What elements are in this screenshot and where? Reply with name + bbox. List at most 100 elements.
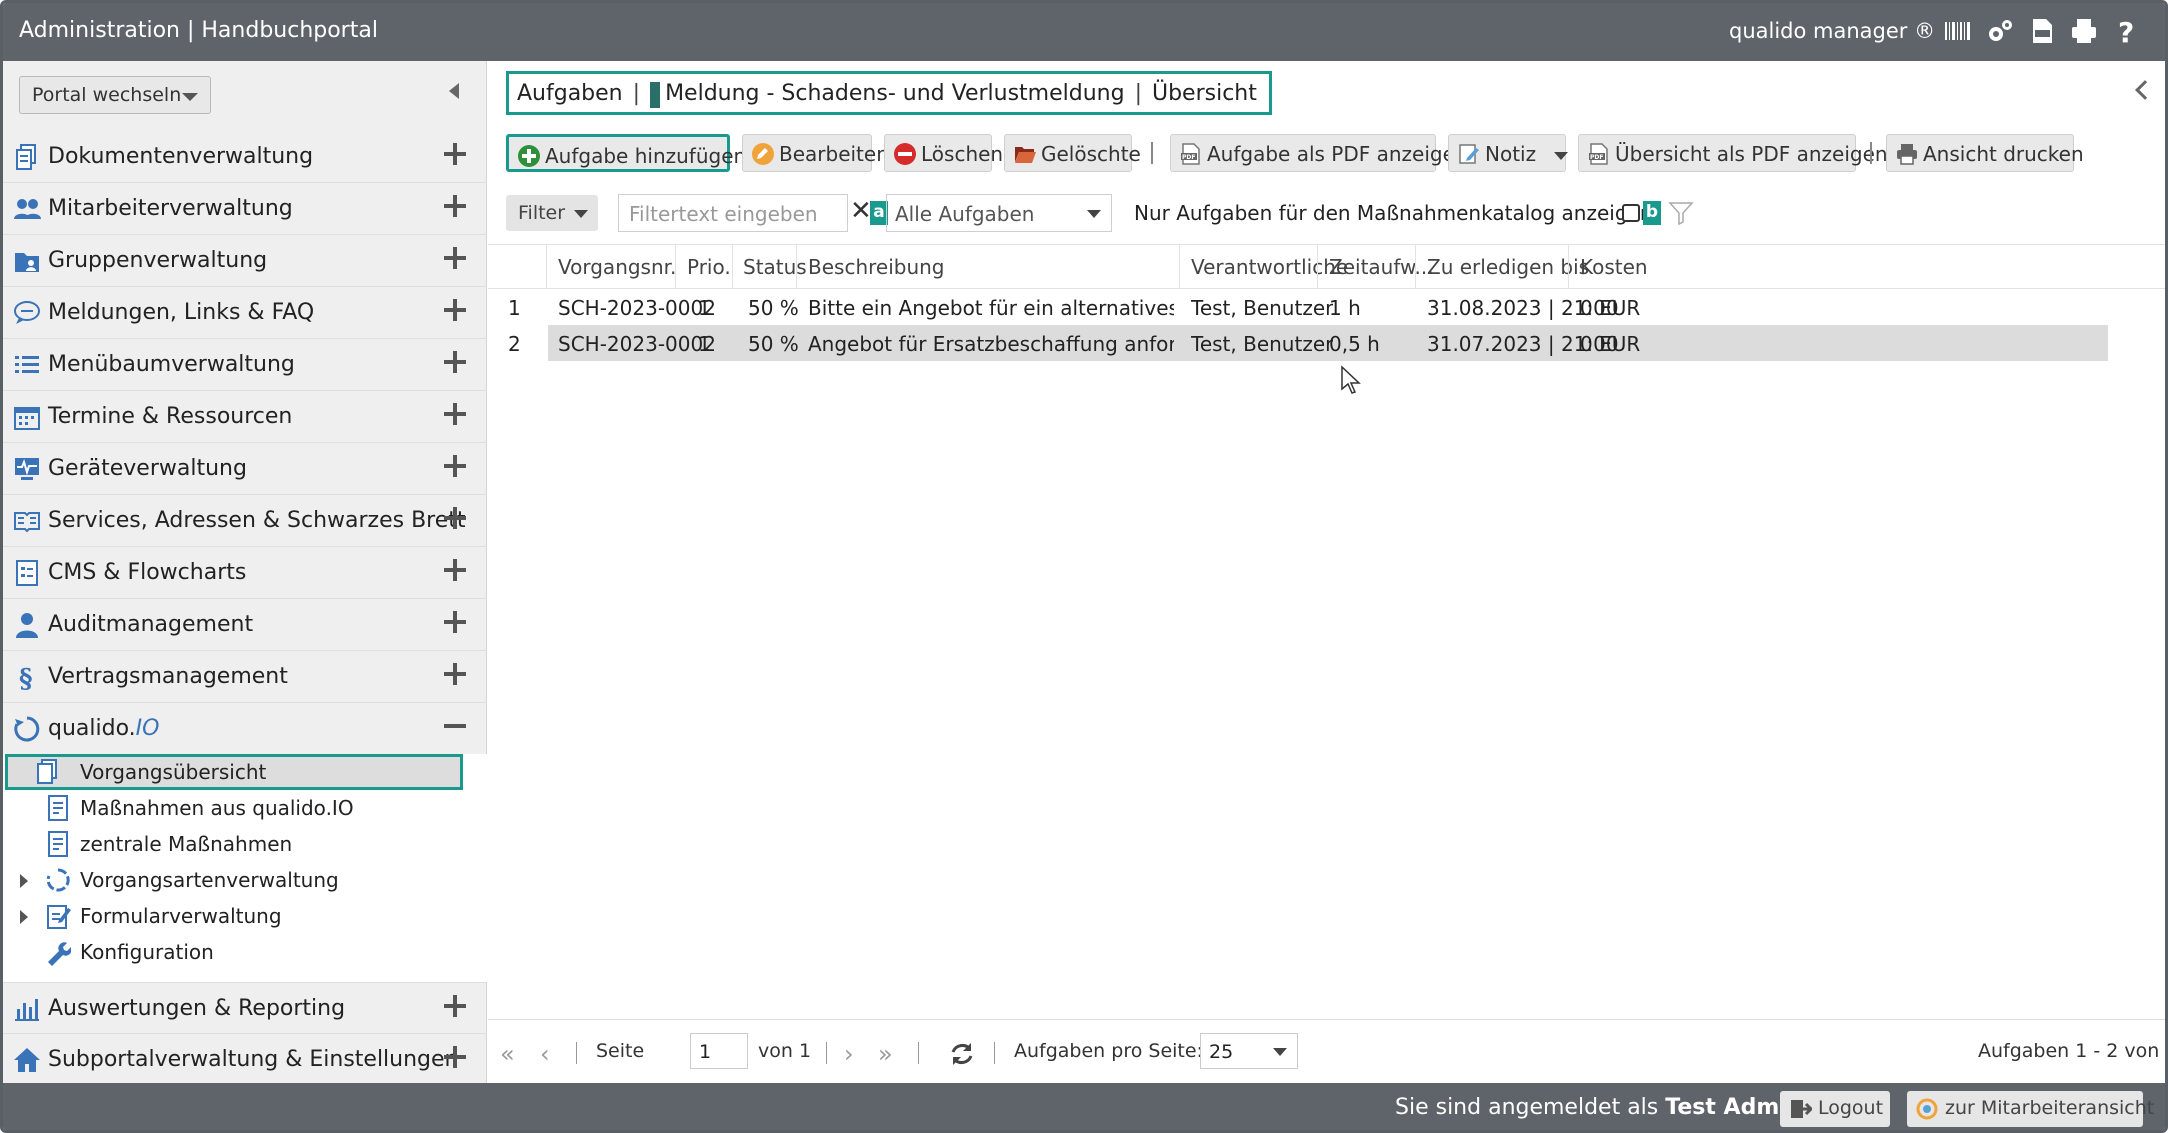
users-icon [13, 195, 43, 223]
sub-item-vorgangsartenverwaltung[interactable]: Vorgangsartenverwaltung [3, 862, 487, 898]
column-header-prio[interactable]: Prio. [687, 255, 731, 279]
column-header-faelligkeit[interactable]: Zu erledigen bis [1427, 255, 1589, 279]
refresh-icon[interactable] [948, 1040, 976, 1068]
nav-item-auditmanagement[interactable]: Auditmanagement [3, 599, 487, 651]
sub-item-konfiguration[interactable]: Konfiguration [3, 934, 487, 970]
documents-icon [13, 143, 43, 171]
logout-button[interactable]: Logout [1780, 1091, 1890, 1127]
delete-button[interactable]: Löschen [884, 134, 1003, 172]
expand-plus-icon[interactable] [443, 661, 467, 685]
nav-item-meldungen[interactable]: Meldungen, Links & FAQ [3, 287, 487, 339]
nav-item-vertragsmanagement[interactable]: § Vertragsmanagement [3, 651, 487, 703]
cell-zeitaufwand: 0,5 h [1329, 332, 1380, 356]
print-icon[interactable] [2069, 13, 2099, 49]
expand-arrow-icon[interactable] [20, 874, 28, 888]
expand-plus-icon[interactable] [443, 609, 467, 633]
chevron-left-icon[interactable] [2135, 80, 2155, 100]
catalog-only-checkbox[interactable] [1622, 204, 1640, 222]
breadcrumb-aufgaben[interactable]: Aufgaben [517, 81, 623, 106]
clear-filter-icon[interactable]: ✕ [850, 196, 872, 226]
overview-pdf-button[interactable]: PDF Übersicht als PDF anzeigen [1578, 134, 1888, 172]
nav-item-auswertungen[interactable]: Auswertungen & Reporting [3, 982, 487, 1034]
sub-item-formularverwaltung[interactable]: Formularverwaltung [3, 898, 487, 934]
expand-plus-icon[interactable] [443, 453, 467, 477]
cell-beschreibung: Angebot für Ersatzbeschaffung anfordern [808, 332, 1174, 356]
last-page-icon[interactable]: » [878, 1040, 893, 1068]
expand-plus-icon[interactable] [443, 993, 467, 1017]
nav-item-menuebaumverwaltung[interactable]: Menübaumverwaltung [3, 339, 487, 391]
expand-plus-icon[interactable] [443, 245, 467, 269]
per-page-select[interactable]: 25 [1200, 1033, 1298, 1069]
minus-circle-icon [893, 142, 917, 166]
nav-item-label: Auswertungen & Reporting [48, 996, 346, 1021]
add-task-button[interactable]: Aufgabe hinzufügen [506, 134, 746, 172]
gears-icon[interactable] [1985, 13, 2015, 49]
expand-plus-icon[interactable] [443, 401, 467, 425]
collapse-sidebar-icon[interactable] [449, 83, 459, 99]
column-header-verantwortliche[interactable]: Verantwortliche [1191, 255, 1348, 279]
svg-text:?: ? [2118, 16, 2134, 46]
column-header-vorgangsnr[interactable]: Vorgangsnr. [558, 255, 676, 279]
expand-arrow-icon[interactable] [20, 910, 28, 924]
sub-item-massnahmen-qualido[interactable]: Maßnahmen aus qualido.IO [3, 790, 487, 826]
edit-button[interactable]: Bearbeiten [742, 134, 889, 172]
first-page-icon[interactable]: « [500, 1040, 515, 1068]
expand-plus-icon[interactable] [443, 297, 467, 321]
collapse-minus-icon[interactable] [443, 713, 467, 737]
nav-item-cms[interactable]: CMS & Flowcharts [3, 547, 487, 599]
nav-item-termine[interactable]: Termine & Ressourcen [3, 391, 487, 443]
book-icon [13, 507, 43, 535]
nav-item-gruppenverwaltung[interactable]: Gruppenverwaltung [3, 235, 487, 287]
xlsx-icon[interactable] [2027, 13, 2057, 49]
nav-item-mitarbeiterverwaltung[interactable]: Mitarbeiterverwaltung [3, 183, 487, 235]
expand-plus-icon[interactable] [443, 349, 467, 373]
next-page-icon[interactable]: › [844, 1040, 854, 1068]
nav-item-qualido-io[interactable]: qualido.IO [3, 703, 487, 755]
document-icon [35, 758, 61, 786]
table-row-selected[interactable]: 2 SCH-2023-0002 1 50 % Angebot für Ersat… [488, 325, 2108, 361]
expand-plus-icon[interactable] [443, 1044, 467, 1068]
column-header-status[interactable]: Status [743, 255, 807, 279]
filter-text-input[interactable]: Filtertext eingeben [618, 194, 848, 232]
chevron-down-icon [574, 210, 588, 218]
nav-item-subportalverwaltung[interactable]: Subportalverwaltung & Einstellungen [3, 1034, 487, 1086]
task-scope-select[interactable]: Alle Aufgaben [886, 194, 1112, 232]
task-table: Vorgangsnr. Prio. Status Beschreibung Ve… [488, 244, 2165, 1019]
deleted-items-button[interactable]: Gelöschte [1004, 134, 1141, 172]
bar-chart-icon [13, 995, 43, 1023]
print-view-button[interactable]: Ansicht drucken [1886, 134, 2084, 172]
note-dropdown-button[interactable]: Notiz [1448, 134, 1569, 172]
sub-item-label: Vorgangsartenverwaltung [80, 868, 339, 892]
sidebar: Portal wechseln Dokumentenverwaltung Mit… [3, 61, 487, 1083]
paragraph-icon: § [13, 663, 43, 694]
page-number-input[interactable]: 1 [690, 1033, 748, 1069]
expand-plus-icon[interactable] [443, 193, 467, 217]
column-header-zeitaufwand[interactable]: Zeitaufw... [1329, 255, 1434, 279]
sub-item-vorgangsuebersicht[interactable]: Vorgangsübersicht [5, 754, 463, 790]
wrench-icon [45, 938, 72, 966]
prev-page-icon[interactable]: ‹ [540, 1040, 550, 1068]
print-icon [1895, 142, 1919, 166]
sub-item-zentrale-massnahmen[interactable]: zentrale Maßnahmen [3, 826, 487, 862]
task-pdf-button[interactable]: PDF Aufgabe als PDF anzeigen [1170, 134, 1468, 172]
table-row[interactable]: 1 SCH-2023-0002 1 50 % Bitte ein Angebot… [488, 289, 2108, 325]
nav-item-services[interactable]: Services, Adressen & Schwarzes Brett [3, 495, 487, 547]
funnel-filter-icon[interactable] [1668, 200, 1694, 226]
column-header-beschreibung[interactable]: Beschreibung [808, 255, 945, 279]
breadcrumb-meldung[interactable]: Meldung - Schadens- und Verlustmeldung [665, 81, 1125, 106]
expand-plus-icon[interactable] [443, 557, 467, 581]
expand-plus-icon[interactable] [443, 505, 467, 529]
nav-item-geraeteverwaltung[interactable]: Geräteverwaltung [3, 443, 487, 495]
column-header-kosten[interactable]: Kosten [1580, 255, 1648, 279]
filter-dropdown-button[interactable]: Filter [506, 195, 598, 231]
help-icon[interactable]: ? [2111, 13, 2141, 49]
mouse-cursor-icon [1340, 365, 1362, 395]
portal-switch-select[interactable]: Portal wechseln [19, 76, 211, 114]
nav-item-dokumentenverwaltung[interactable]: Dokumentenverwaltung [3, 131, 487, 183]
employee-view-button[interactable]: zur Mitarbeiteransicht [1907, 1091, 2154, 1127]
sub-item-label: Maßnahmen aus qualido.IO [80, 796, 354, 820]
expand-plus-icon[interactable] [443, 141, 467, 165]
svg-text:PDF: PDF [1182, 154, 1195, 161]
nav-item-label: Vertragsmanagement [48, 664, 288, 689]
barcode-icon[interactable] [1943, 13, 1973, 49]
